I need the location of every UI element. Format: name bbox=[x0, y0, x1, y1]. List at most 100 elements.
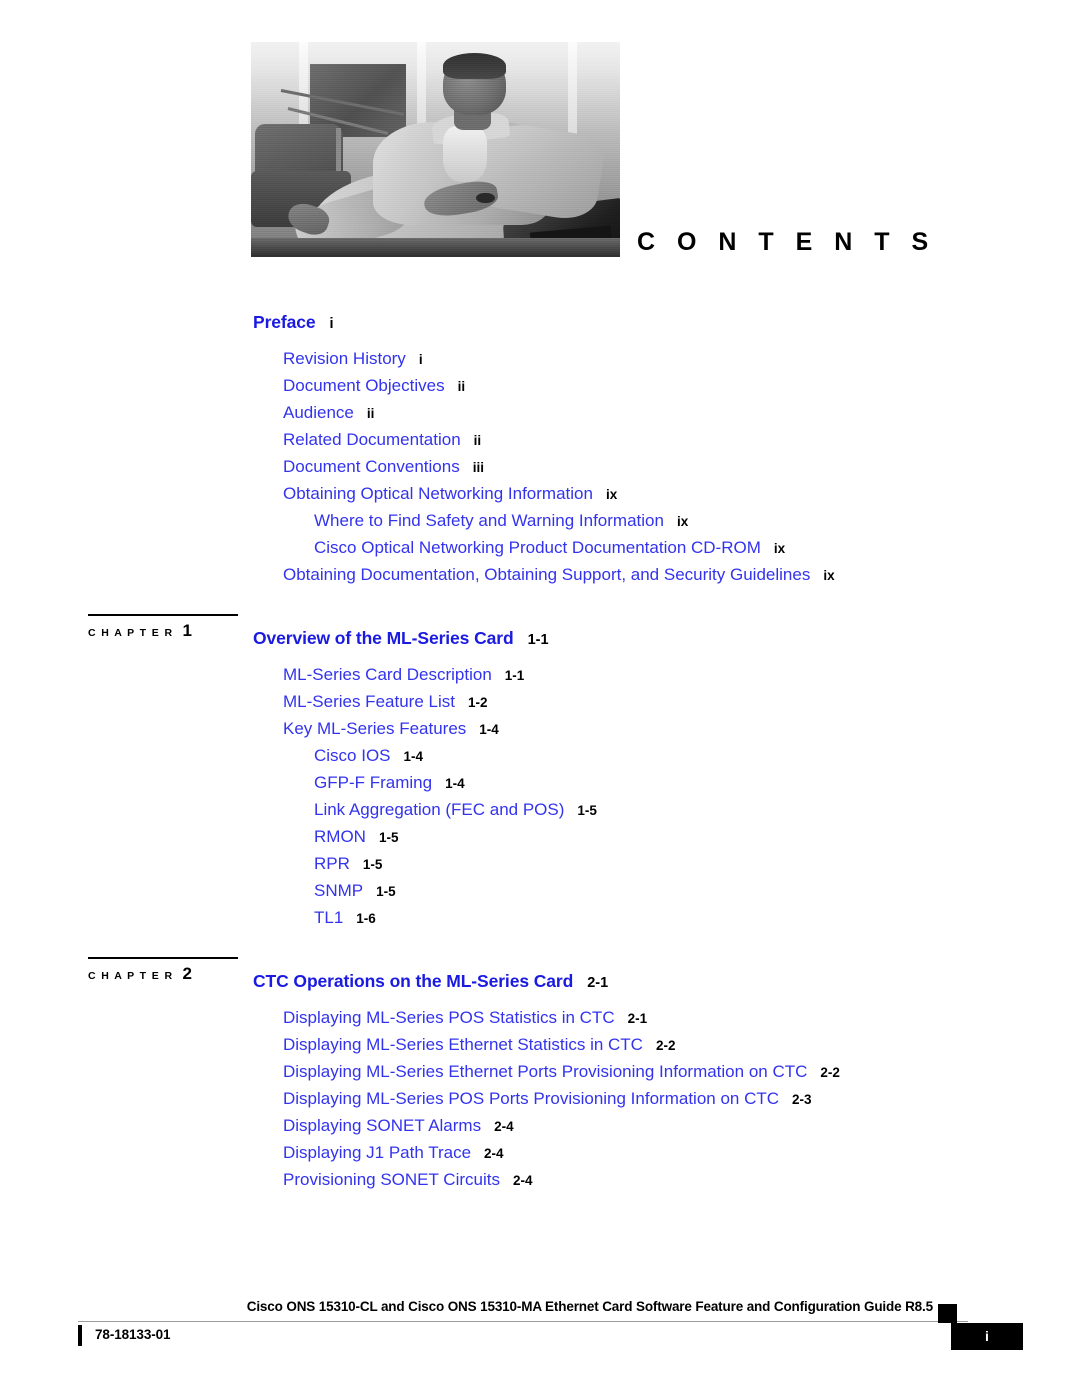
toc-entry-page: 2-2 bbox=[820, 1065, 840, 1080]
chapter-rule bbox=[88, 957, 238, 959]
toc-entry-row[interactable]: Document Objectives ii bbox=[283, 376, 1080, 403]
footer-divider bbox=[78, 1321, 968, 1323]
toc-entry-row[interactable]: Displaying ML-Series Ethernet Ports Prov… bbox=[283, 1062, 1080, 1089]
toc-entry-row[interactable]: Revision History i bbox=[283, 349, 1080, 376]
toc-heading-label[interactable]: CTC Operations on the ML-Series Card bbox=[253, 971, 573, 992]
toc-entry-label[interactable]: Obtaining Optical Networking Information bbox=[283, 484, 593, 504]
toc-entry-label[interactable]: Displaying ML-Series Ethernet Ports Prov… bbox=[283, 1062, 807, 1082]
toc-entry-page: 1-5 bbox=[376, 884, 396, 899]
toc-entry-page: ii bbox=[473, 433, 482, 448]
chapter-word: C H A P T E R bbox=[88, 969, 174, 982]
toc-entry-row[interactable]: SNMP 1-5 bbox=[314, 881, 1080, 908]
toc-entry-label[interactable]: RPR bbox=[314, 854, 350, 874]
toc-entry-page: 1-1 bbox=[504, 668, 525, 683]
toc-entry-label[interactable]: ML-Series Card Description bbox=[283, 665, 492, 685]
toc-entry-page: 1-4 bbox=[479, 722, 499, 737]
toc-entry-row[interactable]: Link Aggregation (FEC and POS) 1-5 bbox=[314, 800, 1080, 827]
toc-entry-row[interactable]: Displaying SONET Alarms 2-4 bbox=[283, 1116, 1080, 1143]
chapter-marker: C H A P T E R 1 bbox=[88, 614, 238, 641]
chapter-marker: C H A P T E R 2 bbox=[88, 957, 238, 984]
toc-entry-page: 1-5 bbox=[378, 830, 399, 845]
toc-entry-row[interactable]: Obtaining Documentation, Obtaining Suppo… bbox=[283, 565, 1080, 592]
toc-heading-row[interactable]: CTC Operations on the ML-Series Card 2-1 bbox=[253, 971, 1080, 1003]
toc-entry-label[interactable]: Displaying SONET Alarms bbox=[283, 1116, 481, 1136]
footer-left-tick bbox=[78, 1325, 82, 1346]
toc-entry-row[interactable]: Provisioning SONET Circuits 2-4 bbox=[283, 1170, 1080, 1197]
toc-entry-label[interactable]: Related Documentation bbox=[283, 430, 461, 450]
toc-entry-page: ix bbox=[676, 514, 689, 529]
toc-entry-page: 2-1 bbox=[627, 1011, 648, 1026]
toc-entry-label[interactable]: Displaying ML-Series POS Statistics in C… bbox=[283, 1008, 615, 1028]
toc-entry-page: i bbox=[418, 352, 423, 367]
toc-entry-row[interactable]: Displaying J1 Path Trace 2-4 bbox=[283, 1143, 1080, 1170]
toc-entry-label[interactable]: Displaying J1 Path Trace bbox=[283, 1143, 471, 1163]
footer-guide-title: Cisco ONS 15310-CL and Cisco ONS 15310-M… bbox=[246, 1299, 933, 1314]
toc-entry-label[interactable]: Provisioning SONET Circuits bbox=[283, 1170, 500, 1190]
toc-entry-label[interactable]: Revision History bbox=[283, 349, 406, 369]
toc-entry-label[interactable]: SNMP bbox=[314, 881, 363, 901]
toc-heading-label[interactable]: Overview of the ML-Series Card bbox=[253, 628, 514, 649]
toc-entry-page: 1-2 bbox=[467, 695, 488, 710]
chapter-word: C H A P T E R bbox=[88, 626, 174, 639]
toc-entry-page: ii bbox=[457, 379, 466, 394]
chapter-number: 2 bbox=[182, 963, 192, 983]
toc-chapter-group: C H A P T E R 1 Overview of the ML-Series … bbox=[0, 592, 1080, 935]
toc-entry-page: ix bbox=[605, 487, 618, 502]
toc-entry-row[interactable]: RMON 1-5 bbox=[314, 827, 1080, 854]
toc-entry-page: ii bbox=[366, 406, 375, 421]
toc-entry-label[interactable]: Where to Find Safety and Warning Informa… bbox=[314, 511, 664, 531]
chapter-number: 1 bbox=[182, 620, 192, 640]
toc-entry-label[interactable]: TL1 bbox=[314, 908, 343, 928]
toc-entry-row[interactable]: Displaying ML-Series POS Statistics in C… bbox=[283, 1008, 1080, 1035]
toc-entry-label[interactable]: Cisco Optical Networking Product Documen… bbox=[314, 538, 761, 558]
toc-entry-page: iii bbox=[472, 460, 484, 475]
toc-entry-row[interactable]: ML-Series Feature List 1-2 bbox=[283, 692, 1080, 719]
toc-entry-row[interactable]: Key ML-Series Features 1-4 bbox=[283, 719, 1080, 746]
toc-entry-page: 2-3 bbox=[792, 1092, 812, 1107]
toc-entry-row[interactable]: Related Documentation ii bbox=[283, 430, 1080, 457]
toc-entry-row[interactable]: TL1 1-6 bbox=[314, 908, 1080, 935]
toc-entry-label[interactable]: Document Conventions bbox=[283, 457, 460, 477]
toc-entry-label[interactable]: Audience bbox=[283, 403, 354, 423]
toc-entry-label[interactable]: Displaying ML-Series POS Ports Provision… bbox=[283, 1089, 779, 1109]
toc-entry-label[interactable]: Displaying ML-Series Ethernet Statistics… bbox=[283, 1035, 643, 1055]
footer-document-number: 78-18133-01 bbox=[95, 1327, 171, 1342]
toc-entry-label[interactable]: Obtaining Documentation, Obtaining Suppo… bbox=[283, 565, 810, 585]
toc-entry-row[interactable]: Cisco Optical Networking Product Documen… bbox=[314, 538, 1080, 565]
chapter-label-line: C H A P T E R 1 bbox=[88, 621, 238, 641]
toc-heading-page: 2-1 bbox=[587, 975, 609, 991]
header-photo bbox=[251, 42, 620, 257]
toc-entry-page: ix bbox=[823, 568, 835, 583]
toc-entry-row[interactable]: GFP-F Framing 1-4 bbox=[314, 773, 1080, 800]
toc-entry-label[interactable]: Cisco IOS bbox=[314, 746, 391, 766]
toc-entry-label[interactable]: ML-Series Feature List bbox=[283, 692, 455, 712]
toc-entry-row[interactable]: Obtaining Optical Networking Information… bbox=[283, 484, 1080, 511]
toc-entry-row[interactable]: Displaying ML-Series POS Ports Provision… bbox=[283, 1089, 1080, 1116]
toc-entry-label[interactable]: RMON bbox=[314, 827, 366, 847]
toc-entry-label[interactable]: Key ML-Series Features bbox=[283, 719, 466, 739]
toc-entry-row[interactable]: Document Conventions iii bbox=[283, 457, 1080, 484]
page-title: C O N T E N T S bbox=[637, 228, 936, 256]
toc-heading-row[interactable]: Overview of the ML-Series Card 1-1 bbox=[253, 628, 1080, 660]
footer-page-number: i bbox=[985, 1328, 989, 1344]
toc-entry-page: ix bbox=[773, 541, 786, 556]
toc-entry-row[interactable]: Audience ii bbox=[283, 403, 1080, 430]
toc-entry-label[interactable]: Link Aggregation (FEC and POS) bbox=[314, 800, 564, 820]
toc-entry-page: 2-4 bbox=[512, 1173, 533, 1188]
chapter-rule bbox=[88, 614, 238, 616]
toc-entry-label[interactable]: Document Objectives bbox=[283, 376, 445, 396]
table-of-contents: Preface i Revision History i Document Object… bbox=[0, 312, 1080, 1197]
toc-heading-row[interactable]: Preface i bbox=[253, 312, 1080, 344]
toc-entry-page: 2-2 bbox=[655, 1038, 676, 1053]
toc-entry-row[interactable]: Where to Find Safety and Warning Informa… bbox=[314, 511, 1080, 538]
toc-entry-label[interactable]: GFP-F Framing bbox=[314, 773, 432, 793]
toc-entry-row[interactable]: Displaying ML-Series Ethernet Statistics… bbox=[283, 1035, 1080, 1062]
page-footer: Cisco ONS 15310-CL and Cisco ONS 15310-M… bbox=[0, 1287, 1080, 1397]
toc-heading-label[interactable]: Preface bbox=[253, 312, 316, 333]
toc-entry-page: 1-4 bbox=[445, 776, 465, 791]
toc-entry-row[interactable]: Cisco IOS 1-4 bbox=[314, 746, 1080, 773]
toc-entry-row[interactable]: ML-Series Card Description 1-1 bbox=[283, 665, 1080, 692]
toc-entry-row[interactable]: RPR 1-5 bbox=[314, 854, 1080, 881]
toc-part-group: Preface i Revision History i Document Object… bbox=[0, 312, 1080, 592]
footer-accent-square bbox=[938, 1304, 957, 1323]
